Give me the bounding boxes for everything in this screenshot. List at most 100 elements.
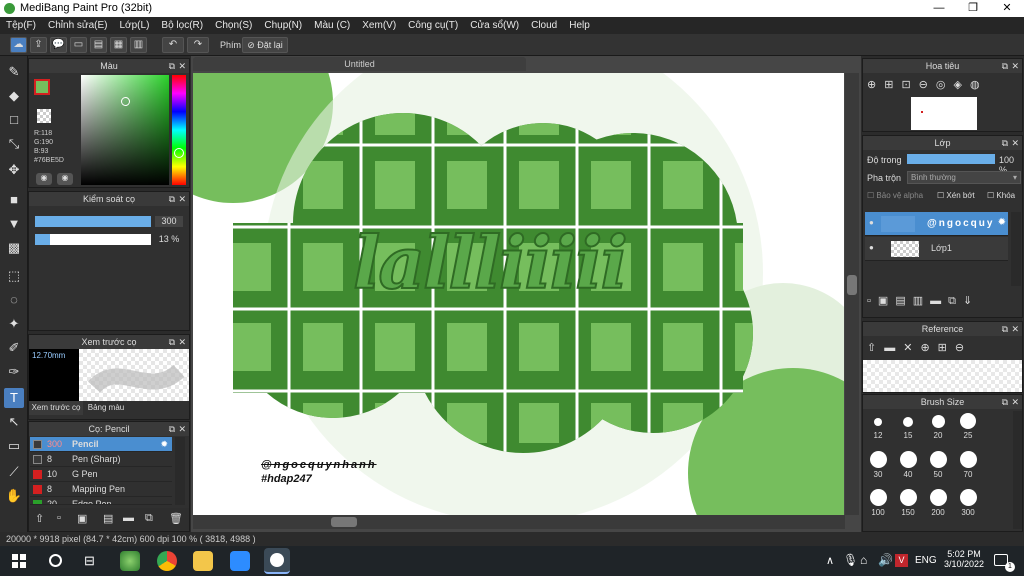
- move-icon[interactable]: ✥: [4, 160, 24, 180]
- lasso-icon[interactable]: ◌: [4, 290, 24, 310]
- menu-edit[interactable]: Chỉnh sửa(E): [42, 17, 114, 34]
- horizontal-scroll-thumb[interactable]: [331, 517, 357, 527]
- popout-icon[interactable]: ⧉: [1002, 136, 1008, 150]
- brush-item-pen-sharp[interactable]: 8 Pen (Sharp): [30, 452, 172, 467]
- layer-opacity-slider[interactable]: [907, 154, 995, 164]
- popout-icon[interactable]: ⧉: [1002, 59, 1008, 73]
- saturation-value-picker[interactable]: [81, 75, 169, 185]
- menu-snap[interactable]: Chụp(N): [258, 17, 308, 34]
- brush-size-preset[interactable]: 50: [923, 451, 953, 487]
- drawing-canvas[interactable]: lallliiiii @ngocquynhanh #hdap247: [193, 73, 844, 515]
- layer-row-signature[interactable]: ● @ngocquy ✹: [865, 212, 1008, 236]
- windows-start-icon[interactable]: [12, 554, 26, 568]
- speech-bubble-icon[interactable]: 💬: [50, 37, 67, 53]
- gradient-icon[interactable]: ▩: [4, 238, 24, 258]
- hand-icon[interactable]: ✋: [4, 486, 24, 506]
- maximize-button[interactable]: ❐: [956, 0, 990, 17]
- cloud-icon[interactable]: ☁: [10, 37, 27, 53]
- protect-alpha-checkbox[interactable]: ☐ Bảo vệ alpha: [867, 191, 923, 200]
- lock-checkbox[interactable]: ☐ Khóa: [987, 191, 1015, 200]
- close-button[interactable]: ✕: [990, 0, 1024, 17]
- eye-icon[interactable]: ●: [869, 243, 874, 252]
- dot-brush-icon[interactable]: ⤡: [4, 134, 24, 154]
- eye-icon[interactable]: ●: [869, 218, 874, 227]
- brush-item-edge-pen[interactable]: 20 Edge Pen: [30, 497, 172, 505]
- close-icon[interactable]: ✕: [1011, 59, 1019, 73]
- antivirus-icon[interactable]: V: [895, 554, 908, 567]
- layer-scrollbar[interactable]: [1011, 212, 1021, 286]
- blend-mode-select[interactable]: Bình thường ▾: [907, 171, 1021, 184]
- close-icon[interactable]: ✕: [178, 335, 186, 349]
- chrome-icon[interactable]: [157, 551, 177, 571]
- brush-item-pencil[interactable]: 300 Pencil ✹: [30, 437, 172, 452]
- operation-icon[interactable]: ↖: [4, 412, 24, 432]
- eyedropper-icon[interactable]: ⟋: [4, 462, 24, 482]
- menu-tools[interactable]: Công cụ(T): [402, 17, 464, 34]
- close-icon[interactable]: ✕: [1011, 322, 1019, 336]
- vertical-scroll-thumb[interactable]: [847, 275, 857, 295]
- medibang-taskbar-icon[interactable]: [264, 548, 290, 574]
- brush-size-preset[interactable]: 200: [923, 489, 953, 525]
- close-icon[interactable]: ✕: [178, 422, 186, 436]
- new-layer-1bit-icon[interactable]: ▤: [895, 295, 912, 307]
- zoom-fit-icon[interactable]: ⊞: [884, 79, 901, 91]
- language-indicator[interactable]: ENG: [915, 555, 937, 566]
- zoom-app-icon[interactable]: [230, 551, 250, 571]
- copy-icon[interactable]: ⧉: [145, 512, 153, 525]
- tab-brush-preview[interactable]: Xem trước cọ: [29, 401, 83, 415]
- rotate-right-icon[interactable]: ◍: [970, 79, 988, 91]
- popout-icon[interactable]: ⧉: [1002, 322, 1008, 336]
- fill-rect-icon[interactable]: ■: [4, 190, 24, 210]
- trash-icon[interactable]: 🗑: [169, 512, 183, 525]
- close-reference-icon[interactable]: ✕: [903, 342, 920, 354]
- brush-size-preset[interactable]: 25: [953, 413, 983, 449]
- close-icon[interactable]: ✕: [178, 192, 186, 206]
- upload-icon[interactable]: ⇧: [867, 342, 884, 354]
- hue-slider[interactable]: [172, 75, 186, 185]
- gear-icon[interactable]: ✹: [998, 217, 1006, 228]
- document-tab[interactable]: Untitled: [193, 57, 526, 71]
- picker-cursor[interactable]: [121, 97, 130, 106]
- gear-icon[interactable]: ✹: [160, 437, 168, 452]
- open-folder-icon[interactable]: ▬: [884, 342, 903, 354]
- merge-down-icon[interactable]: ⇓: [963, 295, 979, 307]
- brush-size-preset[interactable]: 150: [893, 489, 923, 525]
- new-layer-halftone-icon[interactable]: ▣: [878, 295, 895, 307]
- task-view-icon[interactable]: ⊟: [84, 553, 95, 569]
- zoom-actual-icon[interactable]: ⊡: [901, 79, 918, 91]
- menu-view[interactable]: Xem(V): [356, 17, 402, 34]
- menu-cloud[interactable]: Cloud: [525, 17, 563, 34]
- tab-palette[interactable]: Bảng màu: [83, 401, 129, 415]
- add-layer-menu-icon[interactable]: ▥: [913, 295, 930, 307]
- close-icon[interactable]: ✕: [178, 59, 186, 73]
- eraser-icon[interactable]: ◆: [4, 86, 24, 106]
- rectangle-icon[interactable]: □: [4, 110, 24, 130]
- close-icon[interactable]: ✕: [1011, 395, 1019, 409]
- export-icon[interactable]: ⇪: [30, 37, 47, 53]
- brush-size-preset[interactable]: 100: [863, 489, 893, 525]
- reference-canvas[interactable]: [863, 360, 1022, 392]
- clip-checkbox[interactable]: ☐ Xén bớt: [937, 191, 975, 200]
- brush-settings-icon[interactable]: ▤: [103, 512, 113, 525]
- undo-icon[interactable]: ↶: [162, 37, 184, 53]
- select-rect-icon[interactable]: ⬚: [4, 266, 24, 286]
- file-explorer-icon[interactable]: [193, 551, 213, 571]
- zoom-out-icon[interactable]: ⊖: [955, 342, 972, 354]
- brush-size-preset[interactable]: 70: [953, 451, 983, 487]
- text-icon[interactable]: T: [4, 388, 24, 408]
- upload-icon[interactable]: ⇧: [35, 512, 44, 525]
- brush-size-preset[interactable]: 15: [893, 413, 923, 449]
- rotate-left-icon[interactable]: ◎: [936, 79, 954, 91]
- brush-size-scrollbar[interactable]: [1013, 411, 1022, 529]
- popout-icon[interactable]: ⧉: [169, 192, 175, 206]
- new-layer-icon[interactable]: ▫: [867, 295, 878, 307]
- zoom-out-icon[interactable]: ⊖: [919, 79, 936, 91]
- clock[interactable]: 5:02 PM 3/10/2022: [942, 549, 986, 569]
- select-eraser-icon[interactable]: ✑: [4, 362, 24, 382]
- popout-icon[interactable]: ⧉: [1002, 395, 1008, 409]
- select-pen-icon[interactable]: ✐: [4, 338, 24, 358]
- close-icon[interactable]: ✕: [1011, 136, 1019, 150]
- menu-filter[interactable]: Bộ lọc(R): [155, 17, 209, 34]
- brush-item-g-pen[interactable]: 10 G Pen: [30, 467, 172, 482]
- duplicate-layer-icon[interactable]: ⧉: [948, 295, 963, 307]
